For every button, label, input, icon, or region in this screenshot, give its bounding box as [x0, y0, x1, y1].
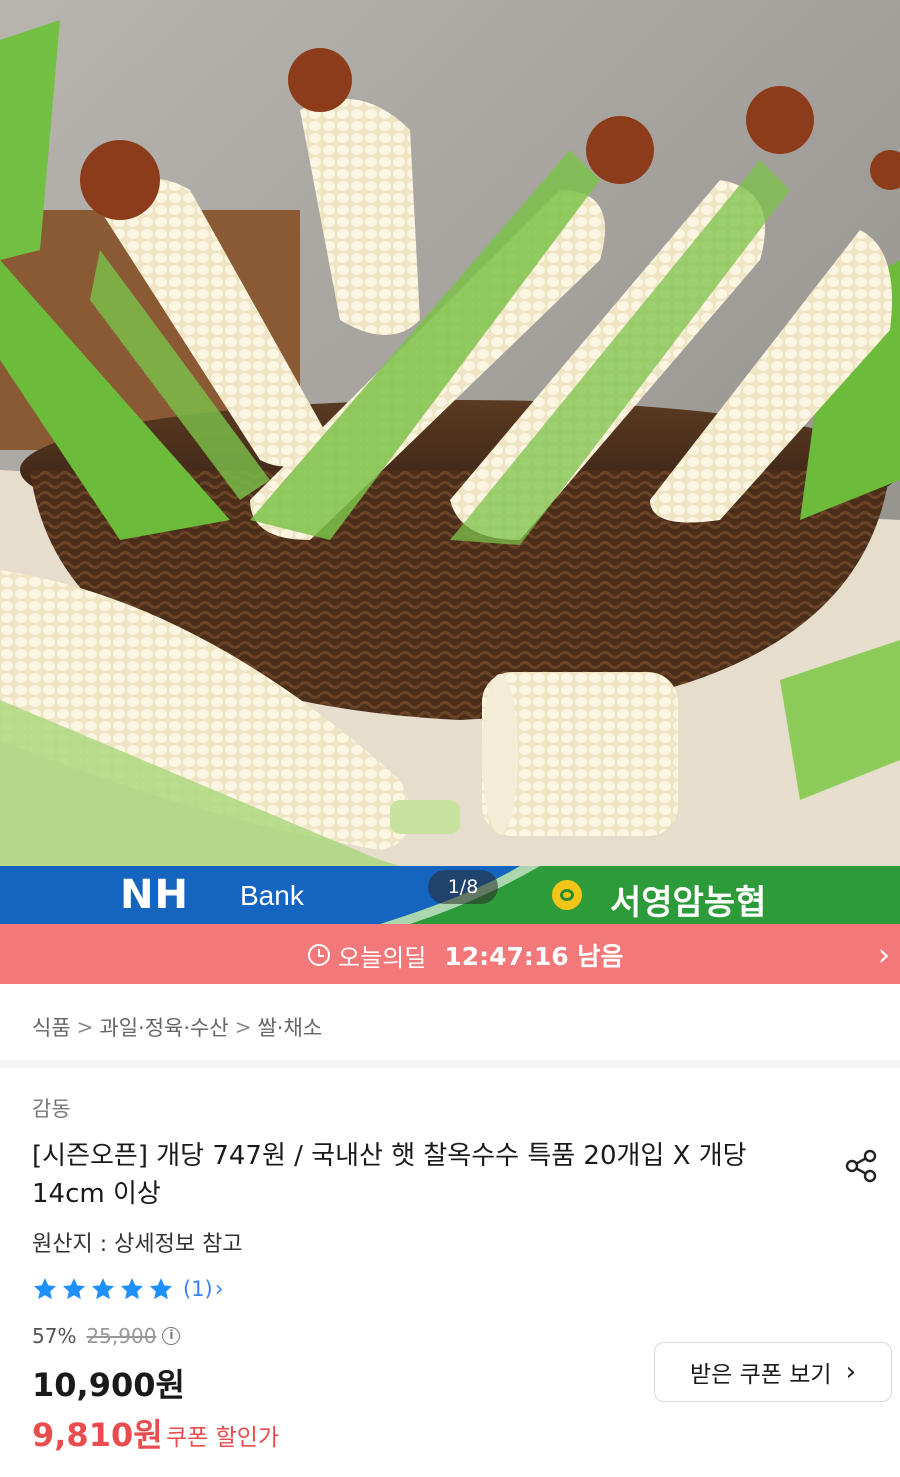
original-price: 25,900 [86, 1324, 157, 1348]
coop-name: 서영암농협 [610, 883, 767, 923]
view-coupon-label: 받은 쿠폰 보기 [690, 1362, 832, 1388]
section-divider [0, 1060, 900, 1068]
origin-info: 원산지 : 상세정보 참고 [32, 1232, 243, 1257]
deal-countdown: 12:47:16 남음 [444, 942, 624, 971]
info-icon[interactable]: i [162, 1327, 181, 1345]
chevron-right-icon: › [845, 1357, 856, 1387]
product-title: [시즌오픈] 개당 747원 / 국내산 햇 찰옥수수 특품 20개입 X 개당… [32, 1141, 747, 1209]
coupon-price: 9,810원 [32, 1416, 163, 1454]
star-icon [33, 1278, 57, 1300]
coop-seal-icon [552, 880, 582, 910]
image-pager: 1/8 [428, 870, 498, 904]
breadcrumb-item-food[interactable]: 식품 [32, 1012, 71, 1042]
share-button[interactable] [842, 1146, 882, 1186]
view-coupon-button[interactable]: 받은 쿠폰 보기 › [654, 1342, 892, 1402]
discount-rate: 57% [32, 1324, 77, 1348]
chevron-right-icon: > [234, 1015, 252, 1039]
product-image[interactable] [0, 0, 900, 866]
discount-row: 57% 25,900 i [32, 1324, 181, 1348]
nh-bank-label: Bank [240, 880, 304, 911]
chevron-right-icon: › [214, 1276, 224, 1302]
coupon-price-label: 쿠폰 할인가 [166, 1425, 280, 1451]
review-count[interactable]: (1) [183, 1277, 213, 1301]
chevron-right-icon[interactable]: › [878, 938, 890, 973]
breadcrumb-item-rice-vegetables[interactable]: 쌀·채소 [257, 1012, 322, 1042]
star-icon [91, 1278, 115, 1300]
share-icon [845, 1149, 877, 1183]
breadcrumb: 식품 > 과일·정육·수산 > 쌀·채소 [32, 1012, 322, 1042]
sale-price: 10,900원 [32, 1366, 185, 1404]
today-deal-bar[interactable]: 오늘의딜 12:47:16 남음 › [0, 924, 900, 984]
deal-label: 오늘의딜 [338, 943, 427, 972]
rating-row[interactable]: (1) › [32, 1276, 224, 1302]
star-icon [62, 1278, 86, 1300]
breadcrumb-item-fruit-meat-seafood[interactable]: 과일·정육·수산 [99, 1012, 228, 1042]
star-icon [149, 1278, 173, 1300]
nh-logo: NH [120, 872, 189, 918]
clock-icon [308, 944, 330, 966]
brand-name[interactable]: 감동 [32, 1093, 71, 1123]
chevron-right-icon: > [76, 1015, 94, 1039]
star-icon [120, 1278, 144, 1300]
